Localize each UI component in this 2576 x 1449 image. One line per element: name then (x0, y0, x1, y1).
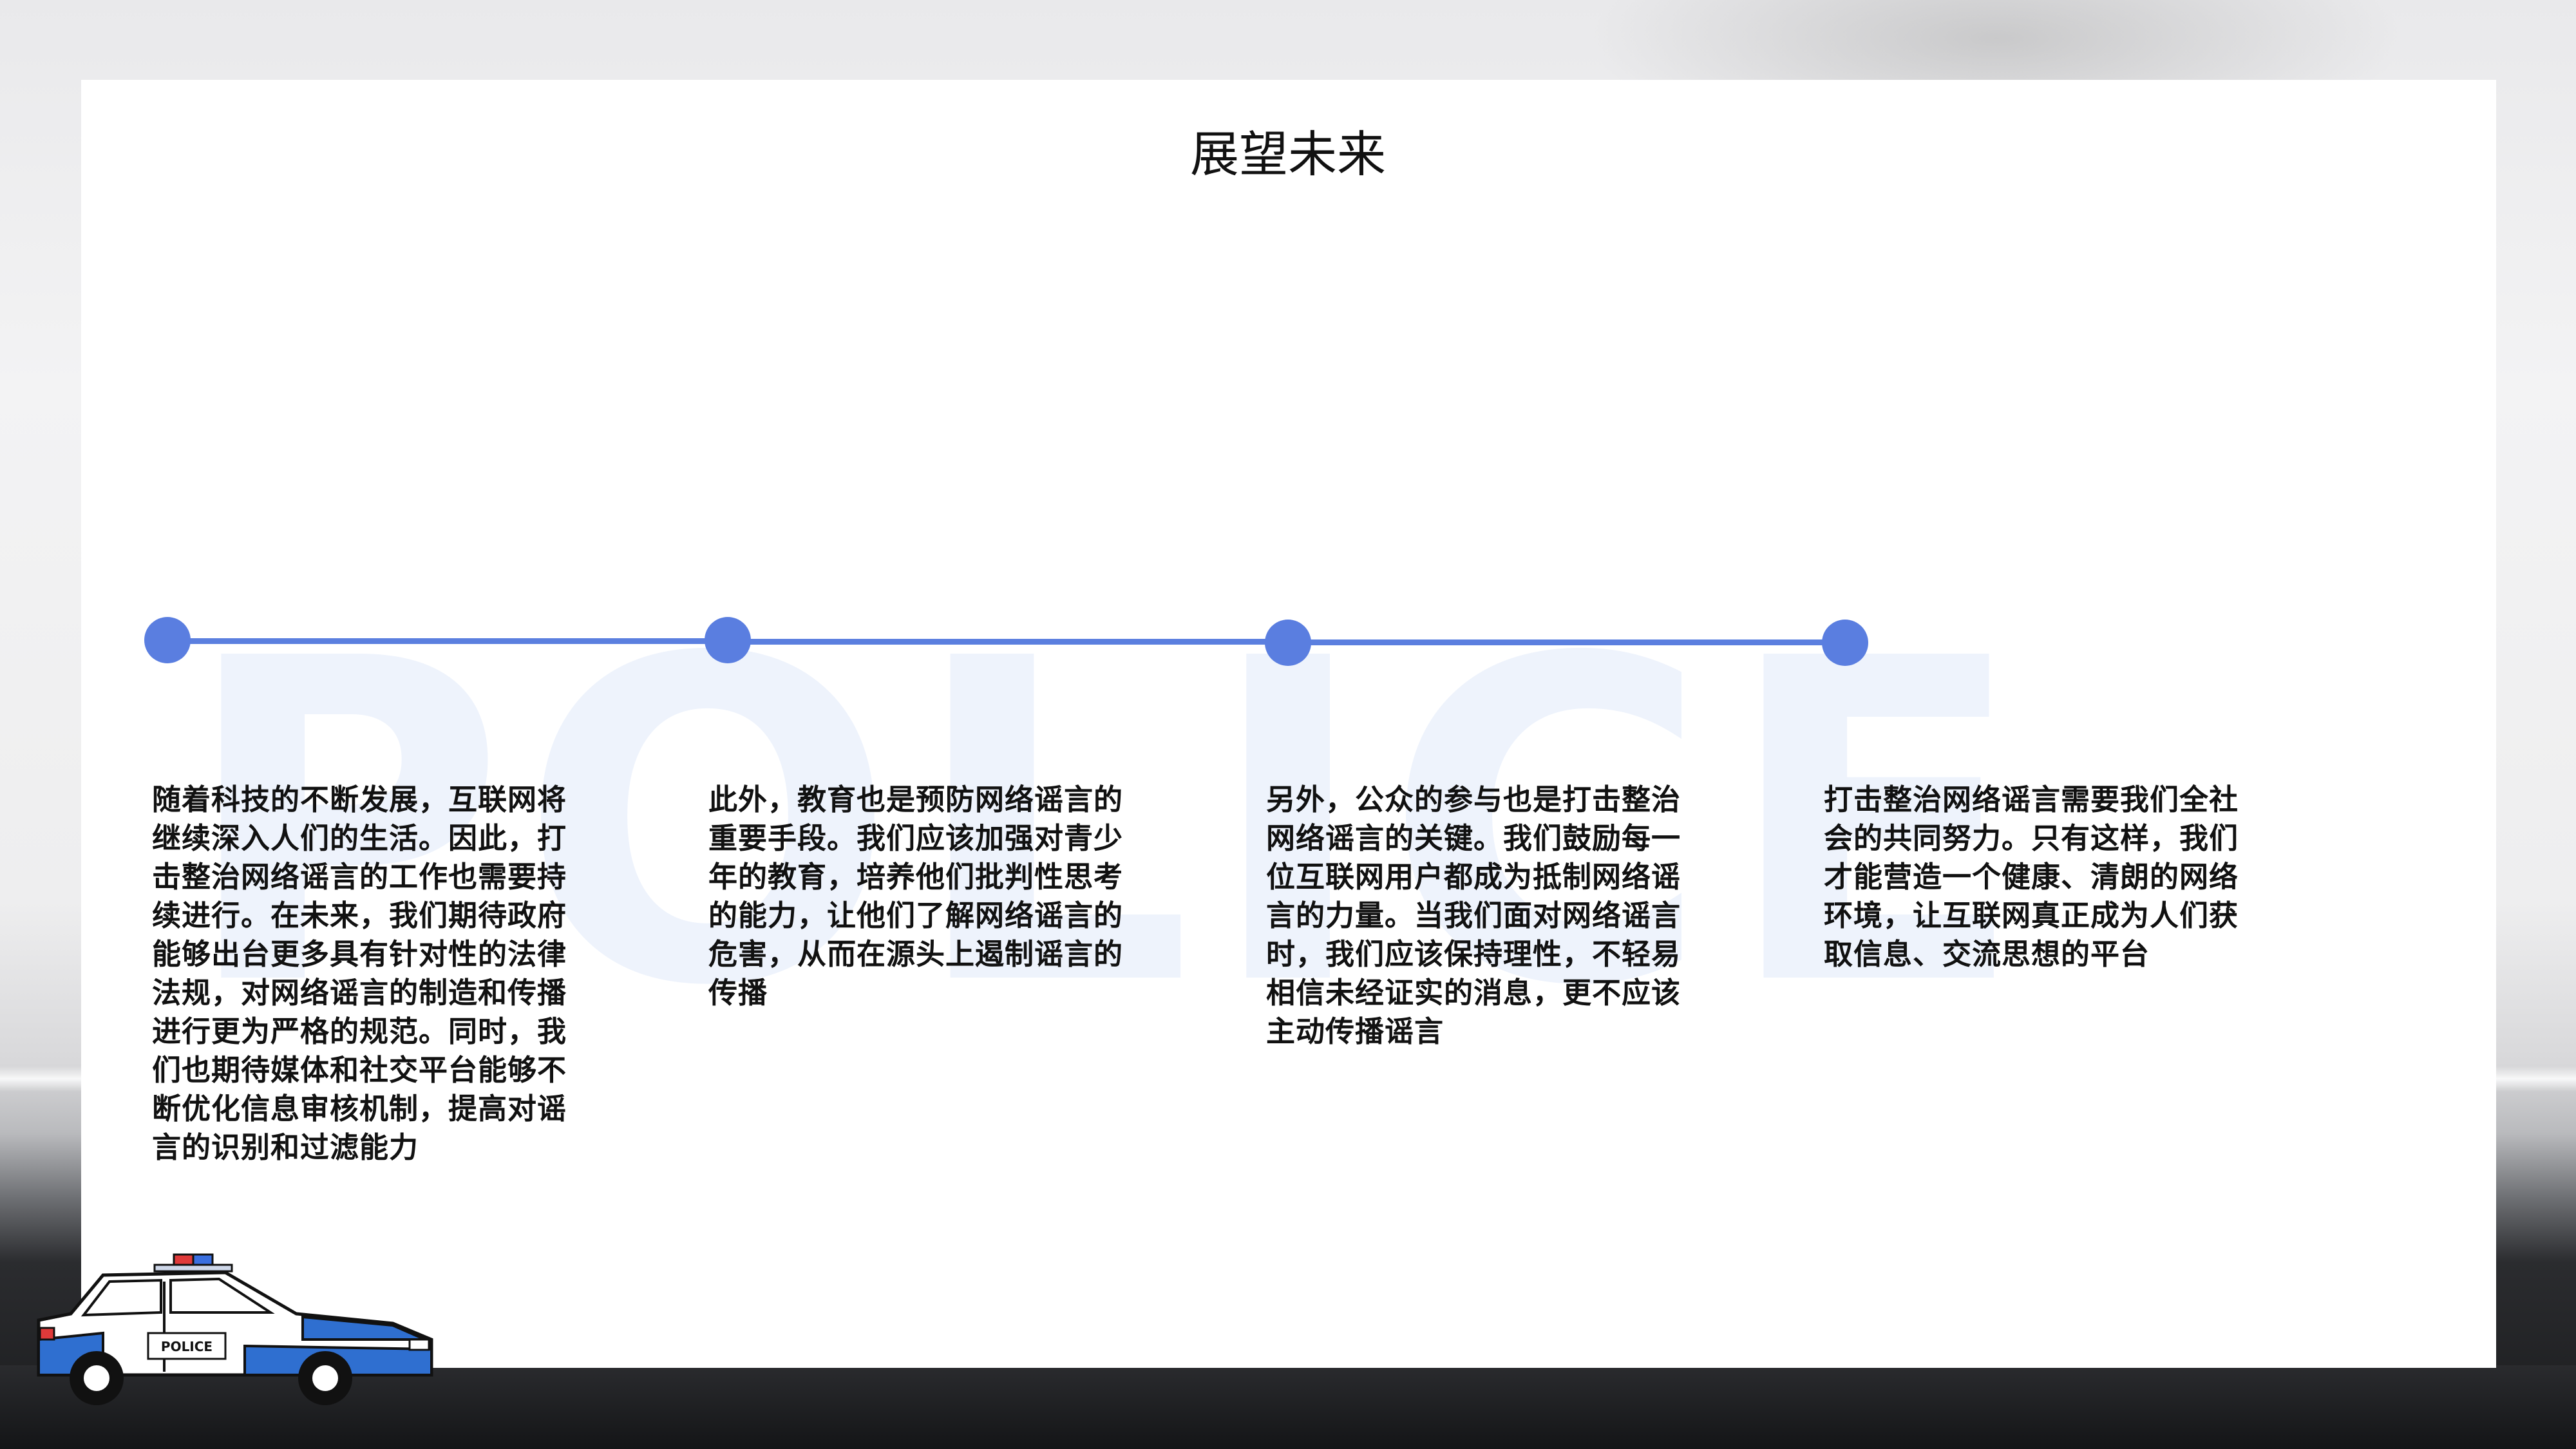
police-car-badge: POLICE (161, 1339, 213, 1354)
timeline-line-3 (1288, 639, 1845, 645)
timeline-text-4: 打击整治网络谣言需要我们全社会的共同努力。只有这样，我们才能营造一个健康、清朗的… (1824, 782, 2239, 971)
timeline-dot-3 (1265, 620, 1311, 666)
timeline-dot-2 (705, 617, 751, 663)
timeline-line-1 (167, 638, 728, 644)
page-title: 展望未来 (1190, 126, 1386, 183)
timeline-text-1: 随着科技的不断发展，互联网将继续深入人们的生活。因此，打击整治网络谣言的工作也需… (152, 782, 567, 1164)
timeline-dot-4 (1822, 620, 1868, 666)
timeline-line-2 (728, 639, 1288, 645)
timeline-dot-1 (144, 617, 191, 663)
timeline-text-2: 此外，教育也是预防网络谣言的重要手段。我们应该加强对青少年的教育，培养他们批判性… (708, 782, 1124, 1010)
timeline-text-3: 另外，公众的参与也是打击整治网络谣言的关键。我们鼓励每一位互联网用户都成为抵制网… (1266, 782, 1681, 1048)
police-car-icon: POLICE (37, 1253, 433, 1405)
